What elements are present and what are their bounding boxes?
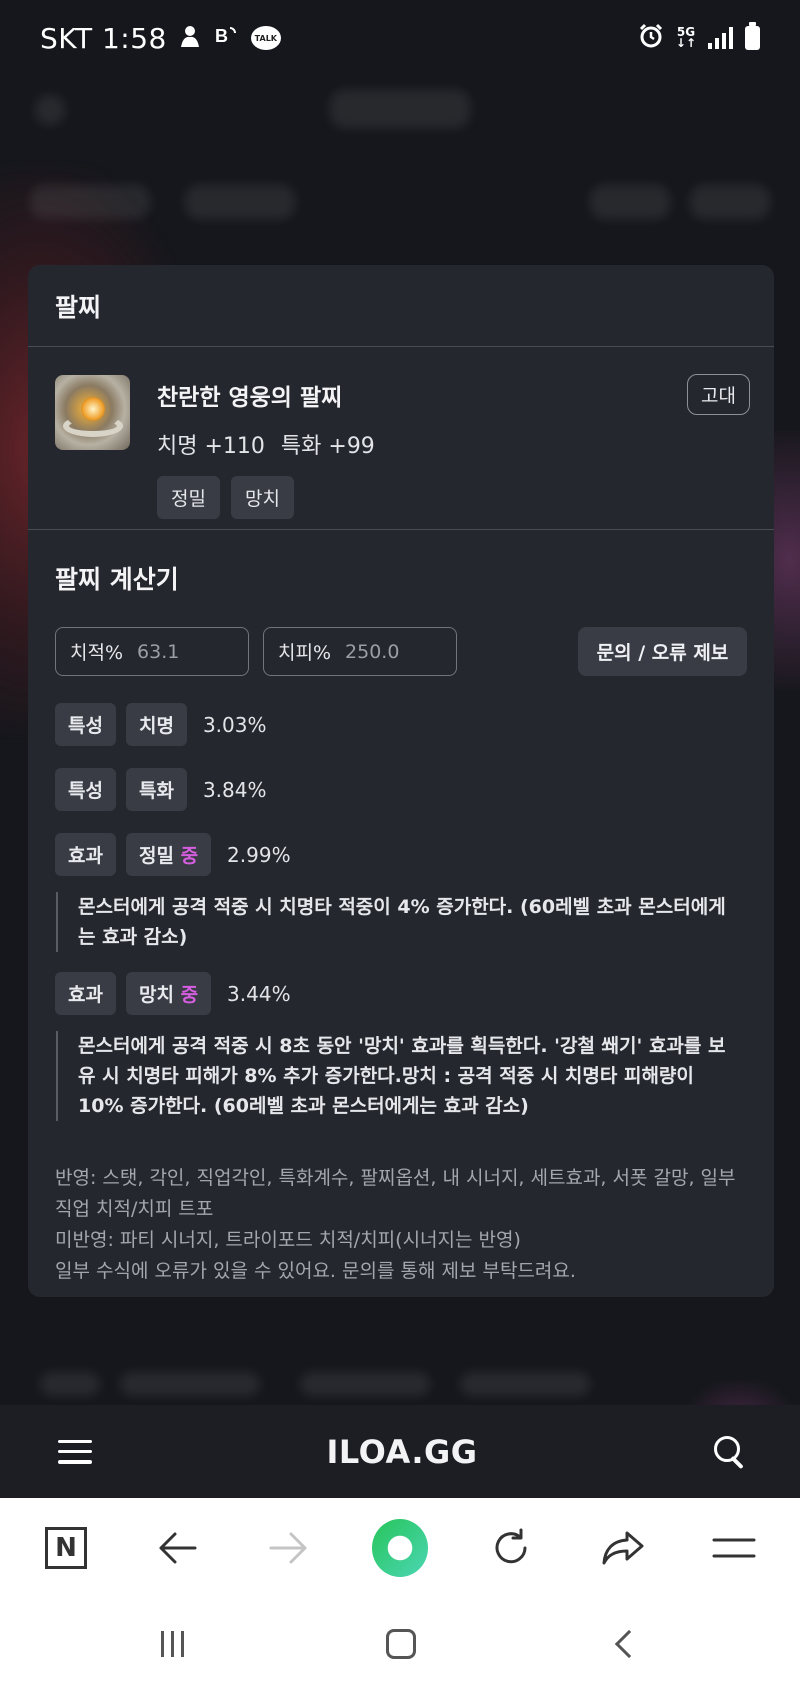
result-value: 3.44% [227,981,291,1006]
crit-rate-label: 치적% [70,642,124,664]
result-grade: 중 [180,984,199,1006]
blurred-element [460,1372,590,1396]
crit-damage-value[interactable]: 250.0 [345,641,399,663]
status-bar: SKT 1:58 B TALK 5G ↓↑ [0,0,800,76]
share-button[interactable] [595,1520,651,1576]
green-dot-icon [371,1519,428,1577]
effect-description: 몬스터에게 공격 적중 시 치명타 적중이 4% 증가한다. (60레벨 초과 … [56,892,736,952]
blurred-element [120,1372,260,1396]
result-row: 특성 특화 3.84% [55,768,747,811]
browser-toolbar: N [0,1498,800,1598]
modal-header: 팔찌 [28,265,774,347]
crit-rate-input[interactable]: 치적% 63.1 [55,627,249,676]
menu-icon [712,1538,756,1558]
blurred-element [35,95,65,125]
result-name: 치명 [125,703,187,746]
blurred-element [300,1372,430,1396]
item-stats: 치명 +110 특화 +99 [157,428,375,460]
blurred-element [590,185,670,219]
bracelet-item-icon [55,375,130,450]
blurred-element [690,185,770,219]
n-home-button[interactable]: N [38,1520,94,1576]
site-logo[interactable]: ILOA.GG [326,1433,477,1471]
calculator-notes: 반영: 스탯, 각인, 직업각인, 특화계수, 팔찌옵션, 내 시너지, 세트효… [55,1163,745,1287]
green-dot-button[interactable] [371,1519,428,1577]
blurred-element [40,1372,100,1396]
hamburger-menu-icon[interactable] [58,1439,92,1464]
item-stat: 치명 +110 [157,434,265,459]
kakaotalk-notification-icon: TALK [250,26,281,50]
forward-arrow-icon [269,1532,307,1564]
result-row: 효과 망치 중 3.44% [55,972,747,1015]
result-effect-pill: 망치 중 [125,972,212,1015]
back-arrow-icon [159,1532,197,1564]
svg-text:B: B [215,26,228,46]
blurred-element [30,185,150,219]
b-app-notification-icon: B [213,24,239,53]
bracelet-modal: 팔찌 찬란한 영웅의 팔찌 치명 +110 특화 +99 정밀 망치 고대 팔찌… [28,265,774,1297]
result-category: 특성 [55,768,116,811]
crit-damage-input[interactable]: 치피% 250.0 [263,627,457,676]
recents-button[interactable] [161,1630,185,1657]
note-line: 미반영: 파티 시너지, 트라이포드 치적/치피(시너지는 반영) [55,1229,521,1251]
item-summary: 찬란한 영웅의 팔찌 치명 +110 특화 +99 정밀 망치 고대 [28,347,774,530]
system-navigation-bar [0,1598,800,1689]
signal-strength-icon [708,27,733,49]
result-value: 3.03% [202,712,267,737]
result-effect-pill: 정밀 중 [125,833,212,876]
note-line: 반영: 스탯, 각인, 직업각인, 특화계수, 팔찌옵션, 내 시너지, 세트효… [55,1167,736,1220]
crit-damage-label: 치피% [278,642,332,664]
person-notification-icon [179,24,201,53]
item-tag: 정밀 [157,476,220,519]
forward-button[interactable] [261,1520,317,1576]
carrier-time: SKT 1:58 [40,21,167,55]
blurred-element [330,90,470,128]
item-tag: 망치 [230,476,294,519]
result-value: 2.99% [227,842,291,867]
note-line: 일부 수식에 오류가 있을 수 있어요. 문의를 통해 제보 부탁드려요. [55,1260,576,1282]
home-button[interactable] [386,1628,417,1659]
result-name: 특화 [125,768,187,811]
result-category: 특성 [55,703,116,746]
effect-description: 몬스터에게 공격 적중 시 8초 동안 '망치' 효과를 획득한다. '강철 쐐… [56,1031,736,1121]
share-icon [602,1531,644,1565]
bracelet-calculator: 팔찌 계산기 치적% 63.1 치피% 250.0 문의 / 오류 제보 특성 … [28,530,774,1287]
modal-title: 팔찌 [55,292,102,322]
browser-menu-button[interactable] [706,1520,762,1576]
site-bottom-bar: ILOA.GG [0,1405,800,1498]
battery-icon [745,22,760,50]
search-icon[interactable] [712,1434,748,1470]
grade-badge: 고대 [687,374,750,415]
alarm-icon [638,23,664,53]
item-name: 찬란한 영웅의 팔찌 [157,385,343,411]
result-row: 특성 치명 3.03% [55,703,747,746]
result-value: 3.84% [202,777,267,802]
back-nav-button[interactable] [614,1629,643,1658]
result-row: 효과 정밀 중 2.99% [55,833,747,876]
result-name: 망치 [138,984,174,1006]
report-error-button[interactable]: 문의 / 오류 제보 [578,627,747,676]
item-stat: 특화 +99 [280,434,375,459]
result-name: 정밀 [138,845,174,867]
back-button[interactable] [149,1520,205,1576]
item-tags: 정밀 망치 [157,476,375,519]
result-grade: 중 [180,845,199,867]
result-category: 효과 [55,972,116,1015]
crit-rate-value[interactable]: 63.1 [137,641,179,663]
refresh-icon [495,1528,527,1564]
network-label: 5G [676,25,696,39]
n-home-icon: N [45,1527,87,1569]
refresh-button[interactable] [483,1520,539,1576]
network-5g-icon: 5G ↓↑ [675,25,696,50]
calculator-title: 팔찌 계산기 [55,565,179,594]
result-category: 효과 [55,833,116,876]
blurred-element [185,185,295,219]
